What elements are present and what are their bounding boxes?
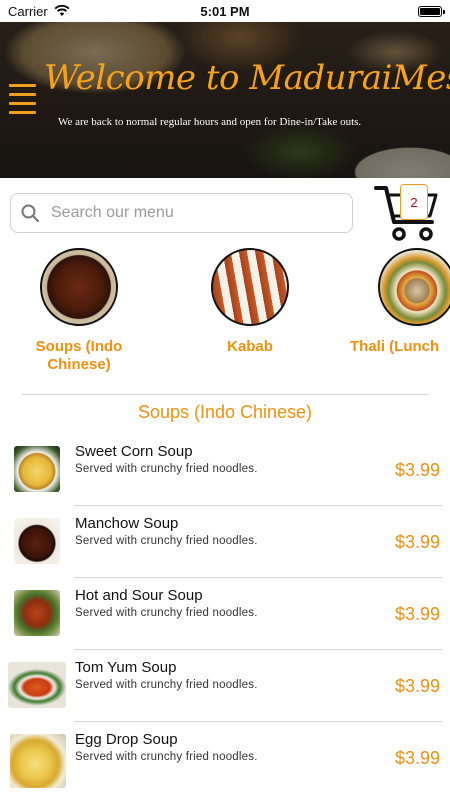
category-label: Soups (Indo Chinese): [35, 338, 123, 373]
hero-banner: Welcome to MaduraiMes We are back to nor…: [0, 22, 450, 178]
item-price: $3.99: [394, 460, 440, 480]
carrier-label: Carrier: [8, 3, 48, 19]
soup-bowl-image: [40, 248, 118, 326]
menu-item-egg-drop-soup[interactable]: Egg Drop Soup Served with crunchy fried …: [0, 722, 450, 794]
search-bar[interactable]: [10, 193, 353, 233]
battery-icon: [418, 5, 445, 17]
hero-overlay: [0, 22, 450, 178]
section-divider: [22, 394, 428, 395]
category-soups[interactable]: Soups (Indo Chinese): [4, 248, 154, 374]
egg-drop-soup-image: [10, 734, 66, 788]
item-price: $3.99: [394, 532, 440, 552]
search-input[interactable]: [51, 204, 331, 222]
item-description: Served with crunchy fried noodles.: [75, 679, 258, 691]
kabab-skewers-image: [211, 248, 289, 326]
item-name: Tom Yum Soup: [75, 659, 177, 676]
section-title: Soups (Indo Chinese): [137, 402, 313, 422]
manchow-soup-image: [14, 518, 60, 564]
item-name: Sweet Corn Soup: [75, 443, 193, 460]
hero-title: Welcome to MaduraiMes: [44, 58, 450, 98]
category-label: Thali (Lunch: [350, 338, 440, 355]
cart-count-badge: 2: [400, 184, 428, 220]
menu-item-sweet-corn-soup[interactable]: Sweet Corn Soup Served with crunchy frie…: [0, 434, 450, 506]
status-left: Carrier: [8, 4, 70, 19]
wifi-icon: [54, 5, 70, 16]
item-price: $3.99: [394, 748, 440, 768]
status-time: 5:01 PM: [200, 3, 250, 19]
cart-button[interactable]: 2: [374, 182, 440, 244]
item-name: Hot and Sour Soup: [75, 587, 203, 604]
item-price: $3.99: [394, 676, 440, 696]
item-description: Served with crunchy fried noodles.: [75, 607, 258, 619]
hamburger-menu-icon[interactable]: [9, 84, 36, 114]
status-bar: Carrier 5:01 PM: [0, 0, 450, 22]
category-label: Kabab: [227, 338, 273, 355]
item-description: Served with crunchy fried noodles.: [75, 463, 258, 475]
hot-and-sour-soup-image: [14, 590, 60, 636]
thali-plate-image: [378, 248, 450, 326]
category-thali[interactable]: Thali (Lunch: [342, 248, 450, 356]
item-description: Served with crunchy fried noodles.: [75, 535, 258, 547]
item-name: Egg Drop Soup: [75, 731, 178, 748]
item-name: Manchow Soup: [75, 515, 179, 532]
item-price: $3.99: [394, 604, 440, 624]
menu-item-hot-and-sour-soup[interactable]: Hot and Sour Soup Served with crunchy fr…: [0, 578, 450, 650]
sweet-corn-soup-image: [14, 446, 60, 492]
category-kabab[interactable]: Kabab: [175, 248, 325, 356]
menu-item-manchow-soup[interactable]: Manchow Soup Served with crunchy fried n…: [0, 506, 450, 578]
search-icon: [21, 204, 39, 222]
tom-yum-soup-image: [8, 662, 66, 708]
item-description: Served with crunchy fried noodles.: [75, 751, 258, 763]
menu-item-tom-yum-soup[interactable]: Tom Yum Soup Served with crunchy fried n…: [0, 650, 450, 722]
hero-subtitle: We are back to normal regular hours and …: [58, 116, 362, 128]
